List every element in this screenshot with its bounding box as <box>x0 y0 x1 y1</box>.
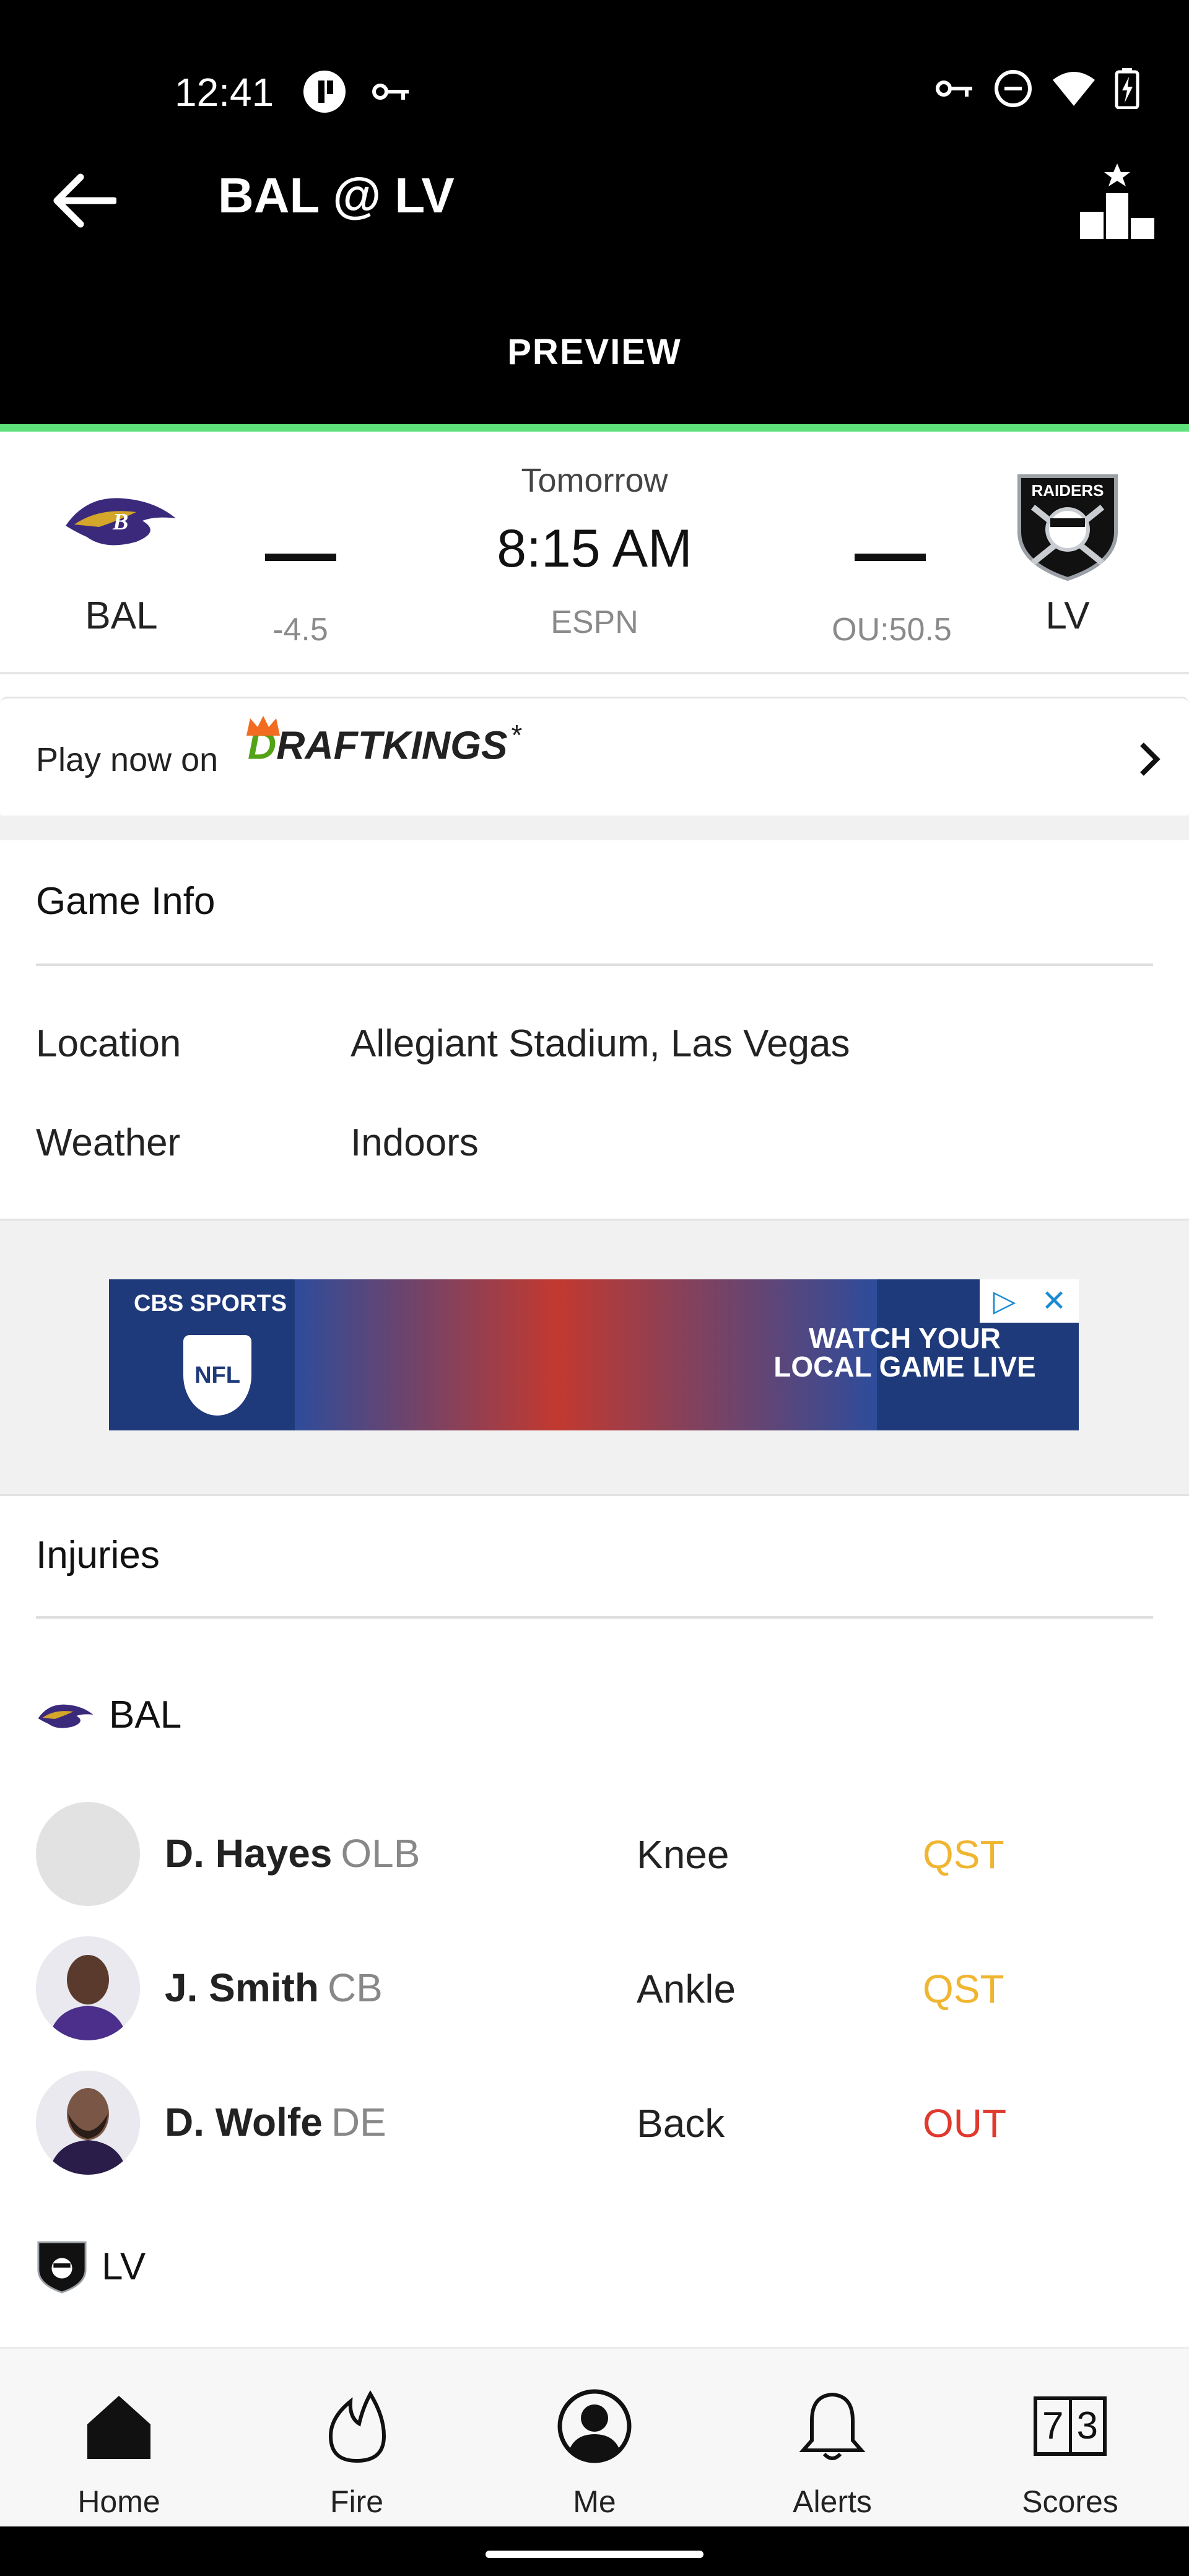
player-avatar <box>36 1936 140 2040</box>
nav-label: Me <box>573 2484 616 2519</box>
player-name-text: D. Wolfe <box>165 2100 323 2144</box>
injury-status: QST <box>923 1832 1004 1877</box>
nav-label: Alerts <box>793 2484 872 2519</box>
nfl-shield-icon: NFL <box>183 1335 251 1416</box>
scoreboard: B BAL -4.5 Tomorrow 8:15 AM ESPN OU:50.5… <box>0 432 1189 674</box>
tab-preview[interactable]: PREVIEW <box>0 331 1189 373</box>
weather-label: Weather <box>36 1121 181 1164</box>
fire-icon <box>238 2380 476 2473</box>
location-value: Allegiant Stadium, Las Vegas <box>351 1022 850 1065</box>
leaderboard-icon[interactable] <box>1080 162 1154 239</box>
bottom-nav: Home Fire Me Alerts 7 3 Scores <box>0 2347 1189 2528</box>
away-spread: -4.5 <box>272 612 328 648</box>
nav-me[interactable]: Me <box>476 2349 713 2528</box>
over-under: OU:50.5 <box>832 612 952 648</box>
injury-type: Back <box>637 2101 725 2146</box>
tab-indicator <box>0 424 1189 432</box>
injury-team-lv: LV <box>36 2239 146 2294</box>
divider <box>36 1616 1153 1619</box>
injury-status: QST <box>923 1967 1004 2011</box>
ad-cta: WATCH YOUR LOCAL GAME LIVE <box>759 1324 1050 1381</box>
player-position: OLB <box>341 1831 420 1876</box>
person-icon <box>476 2380 713 2473</box>
promo-text: Play now on <box>36 741 219 778</box>
player-name: J. Smith CB <box>165 1965 383 2011</box>
nav-fire[interactable]: Fire <box>238 2349 476 2528</box>
promo-asterisk: * <box>511 719 523 751</box>
raiders-logo-icon <box>37 2241 87 2294</box>
team-abbr: LV <box>102 2245 146 2288</box>
nav-label: Fire <box>329 2484 384 2519</box>
game-network: ESPN <box>551 604 638 640</box>
brand-rest: RAFTKINGS <box>276 723 508 768</box>
battery-charging-icon <box>1115 68 1139 109</box>
bell-icon <box>713 2380 951 2473</box>
location-label: Location <box>36 1022 181 1065</box>
player-position: CB <box>327 1965 383 2010</box>
adchoices-icon[interactable]: ▷ <box>980 1279 1029 1323</box>
raiders-logo-icon: RAIDERS <box>1017 474 1118 581</box>
nav-home[interactable]: Home <box>0 2349 238 2528</box>
ad-banner[interactable]: CBS SPORTS NFL WATCH YOUR LOCAL GAME LIV… <box>109 1279 1079 1430</box>
nav-label: Scores <box>1022 2484 1118 2519</box>
ad-cta-line2: LOCAL GAME LIVE <box>773 1351 1036 1383</box>
injury-type: Ankle <box>637 1967 736 2011</box>
do-not-disturb-icon <box>995 70 1032 107</box>
draftkings-logo: DRAFTKINGS * <box>246 716 523 768</box>
player-name-text: J. Smith <box>165 1965 319 2010</box>
away-team-abbr: BAL <box>85 594 158 637</box>
ad-brand: CBS SPORTS <box>134 1290 287 1316</box>
nav-scores[interactable]: 7 3 Scores <box>951 2349 1189 2528</box>
close-ad-icon[interactable]: ✕ <box>1029 1279 1079 1323</box>
home-team-abbr: LV <box>1045 594 1090 637</box>
app-notification-icon <box>303 71 346 113</box>
weather-value: Indoors <box>351 1121 479 1164</box>
ad-controls: ▷ ✕ <box>980 1279 1079 1323</box>
wifi-icon <box>1053 72 1095 106</box>
chevron-right-icon <box>1140 742 1161 776</box>
player-name: D. Hayes OLB <box>165 1830 420 1876</box>
status-icons <box>935 68 1139 109</box>
crown-icon <box>246 716 280 736</box>
ad-cta-line1: WATCH YOUR <box>808 1322 1001 1354</box>
page-title: BAL @ LV <box>218 168 455 223</box>
section-gap <box>0 816 1189 840</box>
nav-alerts[interactable]: Alerts <box>713 2349 951 2528</box>
vpn-key-icon <box>936 80 972 97</box>
injury-team-bal: BAL <box>36 1693 181 1737</box>
status-time: 12:41 <box>175 70 274 115</box>
team-abbr: BAL <box>109 1694 182 1736</box>
player-name: D. Wolfe DE <box>165 2099 386 2145</box>
scores-digit: 7 <box>1037 2400 1072 2452</box>
home-gesture-pill[interactable] <box>486 2551 703 2558</box>
scores-icon: 7 3 <box>951 2380 1189 2473</box>
injury-row[interactable]: J. Smith CB Ankle QST <box>36 1936 1153 2042</box>
game-day: Tomorrow <box>521 462 668 499</box>
draftkings-promo[interactable]: Play now on DRAFTKINGS * <box>0 697 1189 819</box>
nav-label: Home <box>77 2484 160 2519</box>
player-position: DE <box>331 2100 386 2144</box>
injury-row[interactable]: D. Wolfe DE Back OUT <box>36 2071 1153 2176</box>
app-header: 12:41 BAL @ LV PREVIEW <box>0 0 1189 424</box>
vpn-key-icon <box>372 84 409 100</box>
injuries-title: Injuries <box>36 1534 160 1577</box>
player-name-text: D. Hayes <box>165 1831 333 1876</box>
svg-text:RAIDERS: RAIDERS <box>1031 481 1104 500</box>
scores-digit: 3 <box>1076 2404 1098 2447</box>
game-info-title: Game Info <box>36 880 216 923</box>
divider <box>36 964 1153 966</box>
home-icon <box>0 2380 238 2473</box>
injury-type: Knee <box>637 1832 730 1877</box>
player-avatar <box>36 2071 140 2175</box>
ravens-logo-icon <box>38 1704 94 1728</box>
injury-row[interactable]: D. Hayes OLB Knee QST <box>36 1802 1153 1907</box>
game-time: 8:15 AM <box>497 519 692 578</box>
player-avatar <box>36 1802 140 1906</box>
injury-status: OUT <box>923 2101 1007 2146</box>
home-score <box>855 554 926 561</box>
back-arrow-icon[interactable] <box>52 173 116 228</box>
